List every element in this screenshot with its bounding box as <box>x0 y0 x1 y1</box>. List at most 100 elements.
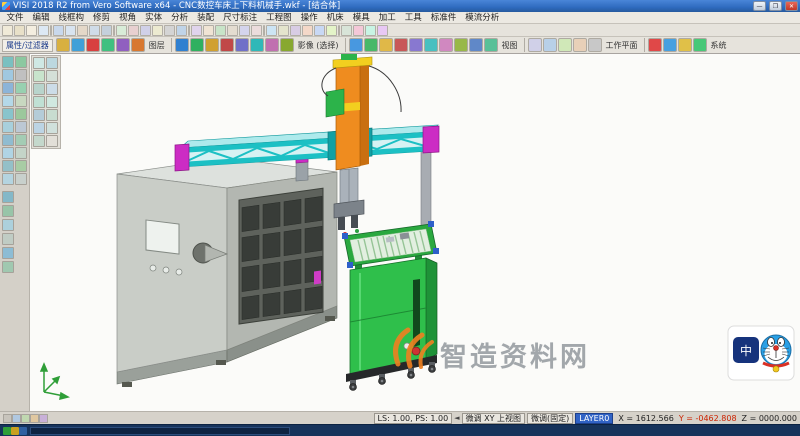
toolbar-icon[interactable] <box>439 38 453 52</box>
menu-item[interactable]: 文件 <box>2 12 28 24</box>
toolbar-icon[interactable] <box>116 38 130 52</box>
palette-tool-icon[interactable] <box>46 109 58 121</box>
toolbar-icon[interactable] <box>77 25 88 36</box>
toolbar-icon[interactable] <box>250 38 264 52</box>
toolbar-icon[interactable] <box>128 25 139 36</box>
toolbar-icon[interactable] <box>113 25 115 36</box>
sidebar-tool-icon[interactable] <box>2 56 14 68</box>
menu-item[interactable]: 尺寸标注 <box>219 12 262 24</box>
collapse-arrow-icon[interactable]: ◄ <box>454 414 459 422</box>
toolbar-icon[interactable] <box>663 38 677 52</box>
toolbar-icon[interactable] <box>379 38 393 52</box>
toolbar-icon[interactable] <box>314 25 325 36</box>
toolbar-icon[interactable] <box>65 25 76 36</box>
palette-tool-icon[interactable] <box>33 83 45 95</box>
toolbar-icon[interactable] <box>278 25 289 36</box>
toolbar-icon[interactable] <box>227 25 238 36</box>
sidebar-tool-icon[interactable] <box>2 191 14 203</box>
toolbar-icon[interactable] <box>280 38 294 52</box>
toolbar-icon[interactable] <box>191 25 202 36</box>
palette-tool-icon[interactable] <box>46 96 58 108</box>
menu-item[interactable]: 加工 <box>374 12 400 24</box>
status-icon[interactable] <box>12 414 21 423</box>
palette-tool-icon[interactable] <box>46 135 58 147</box>
scene-canvas[interactable]: 智造资料网 中 <box>30 54 800 411</box>
sidebar-tool-icon[interactable] <box>2 108 14 120</box>
status-icon[interactable] <box>39 414 48 423</box>
toolbar-icon[interactable] <box>302 25 313 36</box>
toolbar-icon[interactable] <box>341 25 352 36</box>
toolbar-icon[interactable] <box>205 38 219 52</box>
toolbar-icon[interactable] <box>353 25 364 36</box>
sidebar-tool-icon[interactable] <box>15 56 27 68</box>
sidebar-tool-icon[interactable] <box>15 82 27 94</box>
menu-item[interactable]: 模具 <box>348 12 374 24</box>
toolbar-icon[interactable] <box>203 25 214 36</box>
toolbar-icon[interactable] <box>235 38 249 52</box>
sidebar-tool-icon[interactable] <box>2 160 14 172</box>
menu-item[interactable]: 机床 <box>322 12 348 24</box>
active-layer-chip[interactable]: LAYER0 <box>575 413 613 424</box>
sidebar-tool-icon[interactable] <box>2 261 14 273</box>
toolbar-icon[interactable] <box>26 25 37 36</box>
viewport[interactable]: 智造资料网 中 <box>30 54 800 411</box>
toolbar-icon[interactable] <box>693 38 707 52</box>
toolbar-icon[interactable] <box>176 25 187 36</box>
toolbar-icon[interactable] <box>71 38 85 52</box>
menu-item[interactable]: 工具 <box>400 12 426 24</box>
toolbar-icon[interactable] <box>175 38 189 52</box>
toolbar-icon[interactable] <box>648 38 662 52</box>
toolbar-icon[interactable] <box>86 38 100 52</box>
command-input[interactable] <box>30 427 290 435</box>
toolbar-icon[interactable] <box>338 25 340 36</box>
menu-item[interactable]: 标准件 <box>426 12 461 24</box>
palette-tool-icon[interactable] <box>33 96 45 108</box>
toolbar-icon[interactable] <box>349 38 363 52</box>
sidebar-tool-icon[interactable] <box>2 121 14 133</box>
sidebar-tool-icon[interactable] <box>2 69 14 81</box>
toolbar-icon[interactable] <box>50 25 52 36</box>
sidebar-tool-icon[interactable] <box>15 95 27 107</box>
menu-item[interactable]: 修剪 <box>89 12 115 24</box>
toolbar-icon[interactable] <box>394 38 408 52</box>
toolbar-icon[interactable] <box>588 38 602 52</box>
sidebar-tool-icon[interactable] <box>2 219 14 231</box>
toolbar-icon[interactable] <box>164 25 175 36</box>
menu-item[interactable]: 工程图 <box>262 12 297 24</box>
menu-item[interactable]: 编辑 <box>28 12 54 24</box>
palette-tool-icon[interactable] <box>33 135 45 147</box>
menu-item[interactable]: 分析 <box>167 12 193 24</box>
palette-tool-icon[interactable] <box>33 122 45 134</box>
toolbar-icon[interactable] <box>220 38 234 52</box>
toolbar-icon[interactable] <box>266 25 277 36</box>
toolbar-icon[interactable] <box>14 25 25 36</box>
sidebar-tool-icon[interactable] <box>2 205 14 217</box>
toolbar-icon[interactable] <box>573 38 587 52</box>
toolbar-icon[interactable] <box>56 38 70 52</box>
toolbar-icon[interactable] <box>38 25 49 36</box>
toolbar-icon[interactable] <box>131 38 145 52</box>
toolbar-icon[interactable] <box>365 25 376 36</box>
palette-tool-icon[interactable] <box>33 70 45 82</box>
menu-item[interactable]: 操作 <box>296 12 322 24</box>
toolbar-icon[interactable] <box>678 38 692 52</box>
sidebar-tool-icon[interactable] <box>15 121 27 133</box>
sidebar-tool-icon[interactable] <box>2 134 14 146</box>
toolbar-icon[interactable] <box>377 25 388 36</box>
status-icon[interactable] <box>30 414 39 423</box>
menu-item[interactable]: 视角 <box>115 12 141 24</box>
toolbar-icon[interactable] <box>558 38 572 52</box>
sidebar-tool-icon[interactable] <box>2 82 14 94</box>
properties-filter-tab[interactable]: 属性/过滤器 <box>2 39 53 52</box>
palette-tool-icon[interactable] <box>46 70 58 82</box>
menu-item[interactable]: 线框构 <box>54 12 89 24</box>
menu-item[interactable]: 实体 <box>141 12 167 24</box>
conveyor-unit-model[interactable] <box>342 221 439 391</box>
toolbar-icon[interactable] <box>409 38 423 52</box>
toolbar-icon[interactable] <box>290 25 301 36</box>
toolbar-icon[interactable] <box>152 25 163 36</box>
nudge-fixed-selector[interactable]: 微调(固定) <box>527 413 573 424</box>
toolbar-icon[interactable] <box>543 38 557 52</box>
sidebar-tool-icon[interactable] <box>2 233 14 245</box>
cnc-machine-model[interactable] <box>117 158 337 387</box>
